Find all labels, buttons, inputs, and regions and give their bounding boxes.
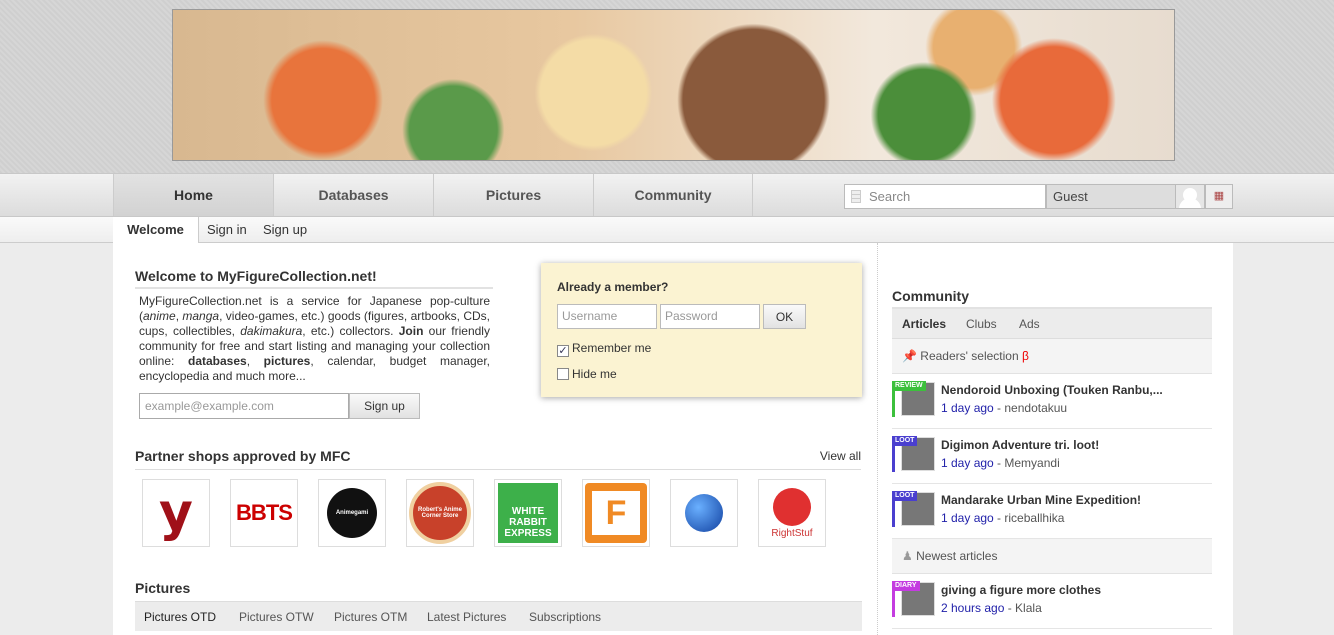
readers-selection-header: 📌 Readers' selection β [892,339,1212,374]
search-placeholder: Search [869,189,911,204]
tab-ads[interactable]: Ads [1019,309,1040,339]
article-time[interactable]: 2 hours ago [941,601,1004,615]
article-meta: 1 day ago - nendotakuu [941,401,1067,415]
nav-community[interactable]: Community [593,174,753,216]
article-meta: 1 day ago - riceballhika [941,511,1064,525]
search-input[interactable]: Search [844,184,1046,209]
pin-icon: 📌 [902,349,917,363]
nav-pictures[interactable]: Pictures [433,174,593,216]
article-item[interactable]: LOOT Digimon Adventure tri. loot! 1 day … [892,429,1212,484]
newest-articles-header: ♟ Newest articles [892,539,1212,574]
nav-databases[interactable]: Databases [273,174,433,216]
banner-image[interactable] [172,9,1175,161]
view-all-link[interactable]: View all [820,449,861,463]
checkbox-checked-icon: ✓ [557,345,569,357]
checkbox-icon [557,368,569,380]
shop-logo[interactable]: Animegami [318,479,386,547]
welcome-title: Welcome to MyFigureCollection.net! [135,268,493,289]
article-item[interactable]: REVIEW Nendoroid Unboxing (Touken Ranbu,… [892,374,1212,429]
article-author[interactable]: - Klala [1004,601,1042,615]
category-badge: DIARY [892,581,920,591]
main-nav: Home Databases Pictures Community Search… [0,173,1334,217]
tab-latest-pictures[interactable]: Latest Pictures [427,602,506,632]
password-input[interactable]: Password [660,304,760,329]
article-meta: 2 hours ago - Klala [941,601,1042,615]
community-section: Community Articles Clubs Ads 📌 Readers' … [892,288,1212,629]
pictures-title: Pictures [135,580,191,596]
partners-title: Partner shops approved by MFC [135,448,861,470]
login-ok-button[interactable]: OK [763,304,806,329]
remember-me-checkbox[interactable]: ✓ Remember me [557,341,651,357]
subtab-sign-in[interactable]: Sign in [207,217,247,243]
article-author[interactable]: - nendotakuu [994,401,1067,415]
tab-pictures-otw[interactable]: Pictures OTW [239,602,314,632]
tab-subscriptions[interactable]: Subscriptions [529,602,601,632]
community-tabs: Articles Clubs Ads [892,309,1212,339]
pictures-section: Pictures Pictures OTD Pictures OTW Pictu… [135,580,862,631]
article-time[interactable]: 1 day ago [941,511,994,525]
uk-flag-icon[interactable]: ▦ [1205,184,1233,209]
article-item[interactable]: DIARY giving a figure more clothes 2 hou… [892,574,1212,629]
community-title: Community [892,288,1212,309]
tab-pictures-otd[interactable]: Pictures OTD [144,602,216,632]
shop-logo[interactable]: WHITE RABBIT EXPRESS [494,479,562,547]
article-title[interactable]: Nendoroid Unboxing (Touken Ranbu,... [941,383,1163,397]
article-author[interactable]: - Memyandi [994,456,1060,470]
hide-me-checkbox[interactable]: Hide me [557,367,617,381]
category-badge: LOOT [892,491,918,501]
partner-shops: Partner shops approved by MFC View all y… [135,448,861,547]
article-item[interactable]: LOOT Mandarake Urban Mine Expedition! 1 … [892,484,1212,539]
tab-articles[interactable]: Articles [902,309,946,339]
main-content: Welcome to MyFigureCollection.net! MyFig… [113,243,1233,635]
login-box: Already a member? Username Password OK ✓… [541,263,862,397]
article-author[interactable]: - riceballhika [994,511,1064,525]
shop-logo[interactable] [670,479,738,547]
nav-home[interactable]: Home [113,174,273,216]
login-title: Already a member? [557,280,669,294]
globe-logo-icon [685,494,723,532]
article-time[interactable]: 1 day ago [941,401,994,415]
tab-clubs[interactable]: Clubs [966,309,997,339]
article-title[interactable]: Digimon Adventure tri. loot! [941,438,1099,452]
welcome-text: MyFigureCollection.net is a service for … [139,294,491,383]
subtab-welcome[interactable]: Welcome [113,217,199,244]
person-icon: ♟ [902,549,913,563]
signup-button[interactable]: Sign up [349,393,420,419]
user-menu[interactable]: Guest [1046,184,1176,209]
avatar[interactable] [1175,184,1205,209]
pictures-tabs: Pictures OTD Pictures OTW Pictures OTM L… [135,601,862,631]
shop-logo[interactable]: Robert's Anime Corner Store [406,479,474,547]
article-title[interactable]: Mandarake Urban Mine Expedition! [941,493,1141,507]
shop-logo[interactable]: y [142,479,210,547]
shop-logo[interactable]: F [582,479,650,547]
welcome-section: Welcome to MyFigureCollection.net! MyFig… [135,268,493,384]
username-input[interactable]: Username [557,304,657,329]
article-title[interactable]: giving a figure more clothes [941,583,1101,597]
sub-nav: Welcome Sign in Sign up [0,217,1334,244]
column-divider [877,243,878,635]
subtab-sign-up[interactable]: Sign up [263,217,307,243]
article-meta: 1 day ago - Memyandi [941,456,1060,470]
tab-pictures-otm[interactable]: Pictures OTM [334,602,407,632]
category-badge: LOOT [892,436,918,446]
shop-logo[interactable]: RightStuf [758,479,826,547]
category-badge: REVIEW [892,381,926,391]
header-background [0,0,1334,173]
shop-logo[interactable]: BBTS [230,479,298,547]
email-input[interactable]: example@example.com [139,393,349,419]
search-icon [851,190,861,203]
article-time[interactable]: 1 day ago [941,456,994,470]
